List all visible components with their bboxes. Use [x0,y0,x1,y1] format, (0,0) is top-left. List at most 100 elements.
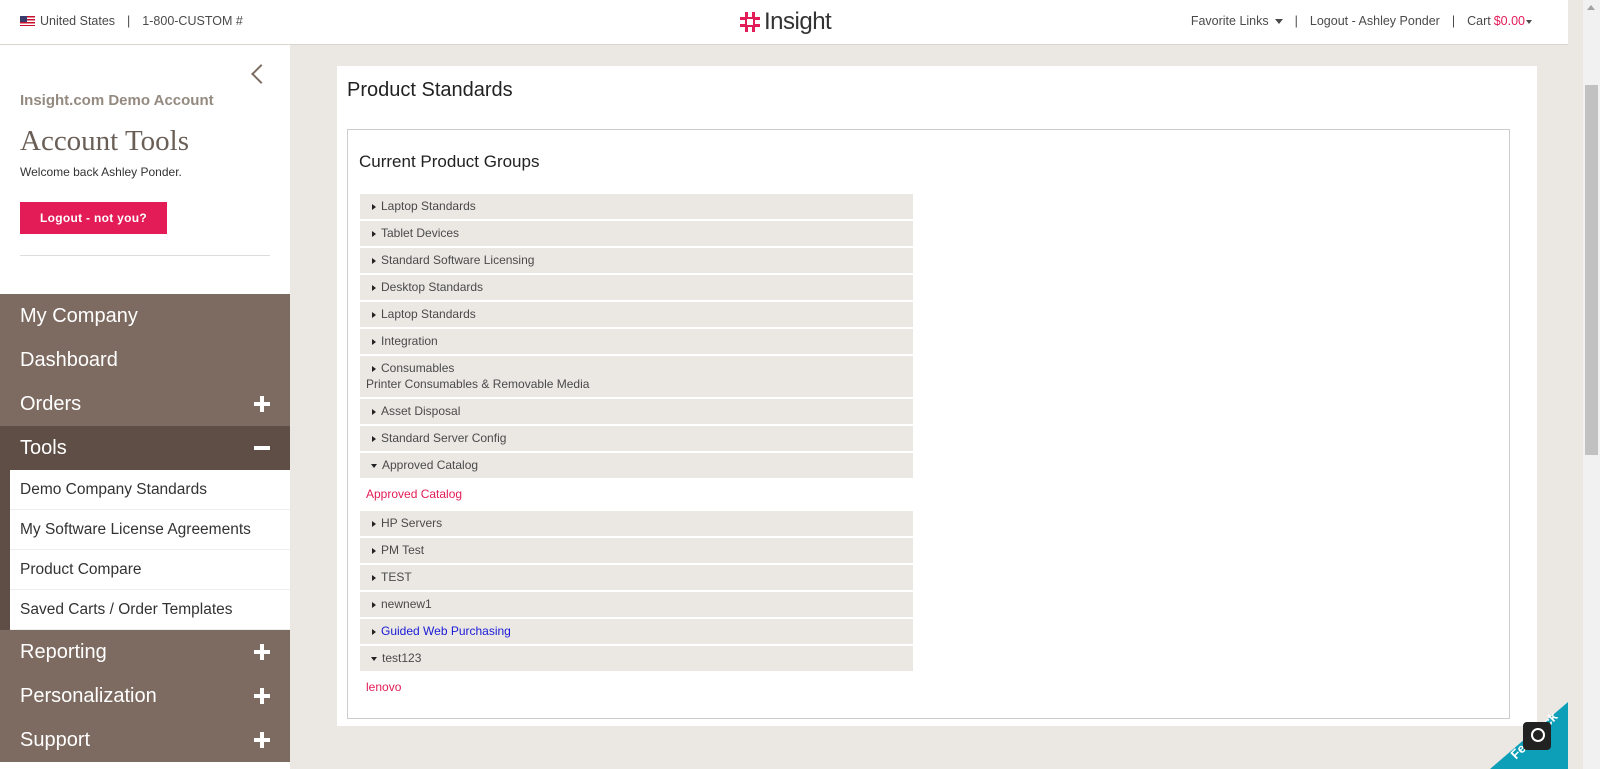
top-bar: United States | 1-800-CUSTOM # Insight F… [0,0,1568,45]
group-row[interactable]: Laptop Standards [360,194,913,219]
nav-label: My Company [20,304,138,327]
page-title: Product Standards [347,79,513,101]
nav-reporting[interactable]: Reporting [0,630,290,674]
group-row[interactable]: Standard Software Licensing [360,248,913,273]
group-row[interactable]: Laptop Standards [360,302,913,327]
group-label: newnew1 [381,597,432,611]
caret-right-icon [372,435,376,442]
caret-right-icon [372,311,376,318]
nav-support[interactable]: Support [0,718,290,762]
subnav-saved-carts[interactable]: Saved Carts / Order Templates [10,590,290,630]
scroll-up-icon[interactable] [1587,5,1595,10]
group-item-link[interactable]: lenovo [360,673,913,702]
cart-amount: $0.00 [1493,14,1525,28]
group-row[interactable]: Consumables Printer Consumables & Removab… [360,356,913,397]
subnav-product-compare[interactable]: Product Compare [10,550,290,590]
group-row[interactable]: newnew1 [360,592,913,617]
nav-tools[interactable]: Tools [0,426,290,470]
country-selector[interactable]: United States [40,14,115,28]
caret-right-icon [372,338,376,345]
subnav-demo-company-standards[interactable]: Demo Company Standards [10,470,290,510]
minus-icon[interactable] [254,440,270,456]
group-row[interactable]: Standard Server Config [360,426,913,451]
caret-right-icon [372,601,376,608]
group-description: Printer Consumables & Removable Media [366,377,590,391]
product-group-list: Laptop Standards Tablet Devices Standard… [360,194,913,704]
caret-right-icon [372,408,376,415]
feedback-tab[interactable]: Feedback [1490,702,1568,769]
logout-link[interactable]: Logout - Ashley Ponder [1310,14,1440,28]
main-content: Product Standards Current Product Groups… [337,66,1537,726]
sidebar: Insight.com Demo Account Account Tools W… [0,45,290,769]
group-row[interactable]: PM Test [360,538,913,563]
caret-down-icon [371,656,377,661]
group-label: Guided Web Purchasing [381,624,511,638]
plus-icon[interactable] [254,688,270,704]
nav-orders[interactable]: Orders [0,382,290,426]
caret-right-icon [372,257,376,264]
top-right-links: Favorite Links | Logout - Ashley Ponder … [1191,14,1532,28]
scroll-thumb[interactable] [1585,85,1598,455]
account-name: Insight.com Demo Account [20,92,214,109]
page-scrollbar[interactable] [1583,0,1600,769]
separator: | [1451,14,1456,28]
group-label: Integration [381,334,438,348]
nav-label: Personalization [20,684,157,707]
sidebar-nav: My Company Dashboard Orders Tools Demo C… [0,294,290,762]
favorite-links-label: Favorite Links [1190,14,1269,28]
group-label: Standard Server Config [381,431,507,445]
group-label: Laptop Standards [381,199,476,213]
group-row[interactable]: Guided Web Purchasing [360,619,913,644]
plus-icon[interactable] [254,396,270,412]
nav-personalization[interactable]: Personalization [0,674,290,718]
group-label: Laptop Standards [381,307,476,321]
divider [20,255,270,256]
group-row[interactable]: TEST [360,565,913,590]
caret-right-icon [372,628,376,635]
us-flag-icon [20,16,35,26]
plus-icon[interactable] [254,732,270,748]
logout-button[interactable]: Logout - not you? [20,202,167,234]
nav-label: Support [20,728,91,751]
group-row[interactable]: HP Servers [360,511,913,536]
group-row[interactable]: Tablet Devices [360,221,913,246]
group-row[interactable]: Integration [360,329,913,354]
group-label: Consumables [381,361,455,375]
nav-my-company[interactable]: My Company [0,294,290,338]
group-row-expanded[interactable]: test123 [360,646,913,671]
group-row[interactable]: Asset Disposal [360,399,913,424]
group-item-link[interactable]: Approved Catalog [360,480,913,509]
caret-right-icon [372,203,376,210]
groups-title: Current Product Groups [359,152,540,171]
caret-right-icon [372,520,376,527]
nav-label: Orders [20,392,82,415]
separator: | [1294,14,1298,28]
group-label: PM Test [381,543,425,557]
group-label: Approved Catalog [382,458,479,472]
phone-number[interactable]: 1-800-CUSTOM # [142,14,243,28]
top-left-links: United States | 1-800-CUSTOM # [20,14,243,28]
caret-right-icon [372,230,376,237]
group-row[interactable]: Desktop Standards [360,275,913,300]
caret-down-icon [1526,19,1532,24]
group-label: Desktop Standards [381,280,484,294]
caret-right-icon [372,547,376,554]
group-label: TEST [381,570,412,584]
feedback-icon[interactable] [1523,722,1551,750]
chevron-left-icon[interactable] [251,64,271,84]
favorite-links-dropdown[interactable]: Favorite Links [1191,14,1283,28]
insight-logo-icon [740,12,760,32]
insight-logo[interactable]: Insight [740,8,832,36]
nav-label: Dashboard [20,348,118,371]
cart-label: Cart [1467,14,1491,28]
cart-link[interactable]: Cart $0.00 [1467,14,1532,28]
caret-down-icon [371,463,377,468]
group-row-expanded[interactable]: Approved Catalog [360,453,913,478]
nav-dashboard[interactable]: Dashboard [0,338,290,382]
subnav-software-license-agreements[interactable]: My Software License Agreements [10,510,290,550]
group-label: HP Servers [381,516,443,530]
plus-icon[interactable] [254,644,270,660]
logo-text: Insight [764,8,832,35]
caret-right-icon [372,365,376,372]
caret-right-icon [372,284,376,291]
